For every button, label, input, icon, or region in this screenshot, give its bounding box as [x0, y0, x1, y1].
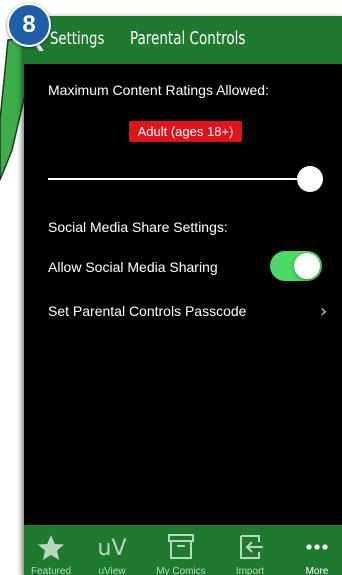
rating-slider-track[interactable]	[48, 178, 310, 180]
allow-sharing-label: Allow Social Media Sharing	[48, 259, 218, 275]
social-section-label: Social Media Share Settings:	[48, 219, 228, 235]
rating-value-badge: Adult (ages 18+)	[129, 121, 242, 142]
back-button[interactable]: Settings	[50, 29, 104, 49]
phone-screen: ❮ Settings Parental Controls Maximum Con…	[24, 16, 342, 575]
tab-import[interactable]: Import	[219, 525, 281, 575]
tab-featured[interactable]: Featured	[24, 525, 82, 575]
page-title: Parental Controls	[130, 28, 246, 49]
tab-label: More	[305, 566, 329, 575]
box-icon	[168, 534, 194, 559]
star-icon	[38, 535, 64, 560]
passcode-row[interactable]: Set Parental Controls Passcode	[48, 303, 246, 319]
tab-label: Import	[235, 566, 265, 575]
tab-label: Featured	[30, 566, 72, 575]
tab-my-comics[interactable]: My Comics	[150, 525, 212, 575]
toggle-knob	[294, 253, 320, 279]
tab-uview[interactable]: uV uView	[81, 525, 143, 575]
step-number-badge: 8	[7, 3, 51, 47]
rating-slider-thumb[interactable]	[297, 166, 323, 192]
tab-bar: Featured uV uView My Comics Import More	[24, 525, 342, 575]
tab-label: uView	[98, 566, 126, 575]
screenshot-stage: ❮ Settings Parental Controls Maximum Con…	[0, 0, 342, 575]
max-rating-label: Maximum Content Ratings Allowed:	[48, 82, 269, 98]
uview-icon: uV	[98, 536, 127, 561]
import-icon	[240, 535, 263, 559]
svg-text:uV: uV	[98, 536, 127, 561]
tab-more[interactable]: More	[286, 525, 342, 575]
more-dots-icon	[306, 544, 328, 550]
navigation-bar: ❮ Settings Parental Controls	[24, 16, 342, 64]
allow-sharing-toggle[interactable]	[270, 251, 322, 281]
tab-label: My Comics	[156, 566, 206, 575]
chevron-right-icon: ›	[320, 301, 328, 322]
